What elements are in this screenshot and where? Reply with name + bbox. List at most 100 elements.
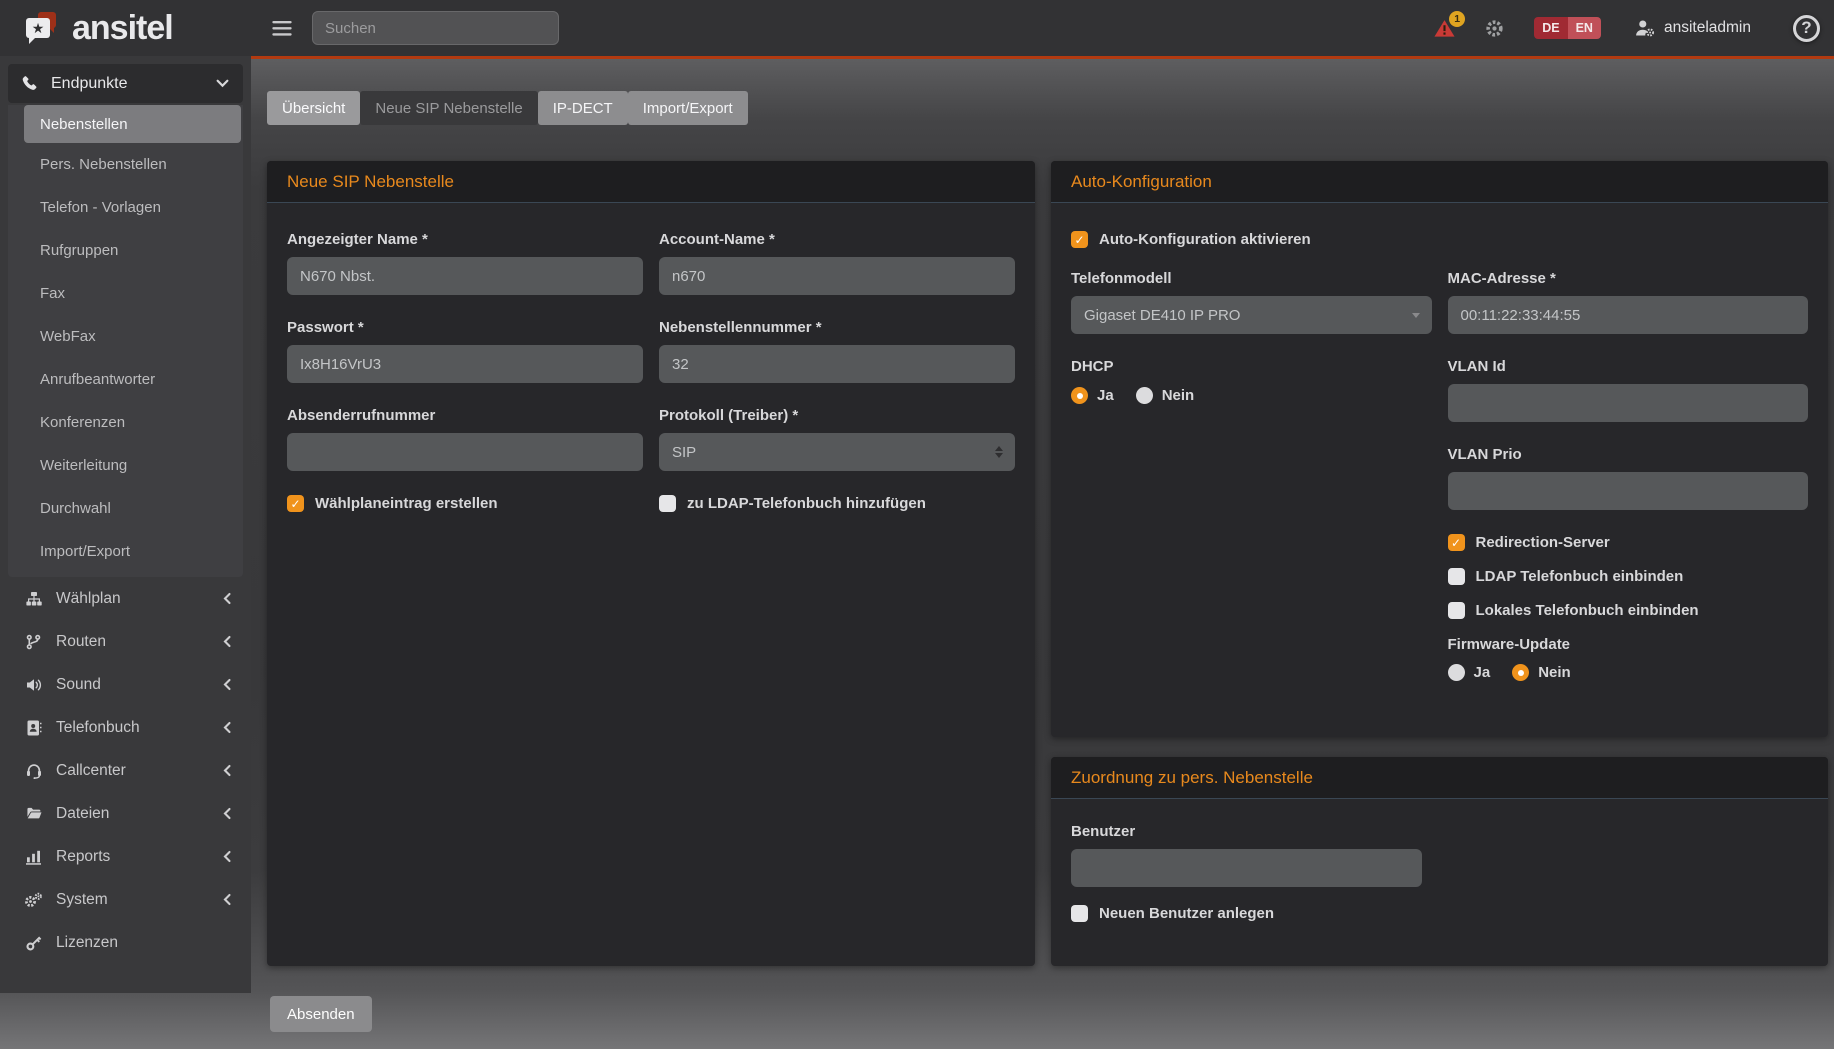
chevron-left-icon bbox=[223, 807, 231, 820]
sidebar-item-label: Nebenstellen bbox=[40, 116, 128, 133]
checkbox-label: LDAP Telefonbuch einbinden bbox=[1476, 568, 1684, 585]
sidebar-group-endpunkte[interactable]: Endpunkte bbox=[8, 64, 243, 103]
sidebar-item-anrufbeantworter[interactable]: Anrufbeantworter bbox=[8, 358, 243, 401]
nebenstellennummer-label: Nebenstellennummer * bbox=[659, 319, 1015, 336]
tab-neue-sip-nebenstelle[interactable]: Neue SIP Nebenstelle bbox=[360, 91, 537, 125]
dhcp-ja-radio[interactable] bbox=[1071, 387, 1088, 404]
bar-chart-icon bbox=[24, 849, 43, 865]
telefonmodell-select[interactable]: Gigaset DE410 IP PRO bbox=[1071, 296, 1432, 334]
topbar-right: 1 DE EN ansiteladmin ? bbox=[1434, 15, 1834, 42]
sidebar-item-durchwahl[interactable]: Durchwahl bbox=[8, 487, 243, 530]
absenderrufnummer-field[interactable] bbox=[287, 433, 643, 471]
key-icon bbox=[24, 935, 43, 951]
sidebar-item-nebenstellen[interactable]: Nebenstellen bbox=[24, 105, 241, 143]
autokonfiguration-aktivieren-checkbox[interactable]: ✓ Auto-Konfiguration aktivieren bbox=[1071, 231, 1808, 248]
protokoll-select[interactable]: SIP bbox=[659, 433, 1015, 471]
checkbox-unchecked-icon bbox=[1448, 568, 1465, 585]
user-icon bbox=[1635, 19, 1655, 37]
sidebar-group-reports[interactable]: Reports bbox=[0, 835, 251, 878]
search-input[interactable] bbox=[312, 11, 559, 45]
sidebar-group-telefonbuch[interactable]: Telefonbuch bbox=[0, 706, 251, 749]
user-menu[interactable]: ansiteladmin bbox=[1635, 19, 1751, 37]
checkbox-label: Neuen Benutzer anlegen bbox=[1099, 905, 1274, 922]
sidebar: Endpunkte Nebenstellen Pers. Nebenstelle… bbox=[0, 56, 251, 993]
ldap-telefonbuch-einbinden-checkbox[interactable]: LDAP Telefonbuch einbinden bbox=[1448, 568, 1809, 585]
nebenstellennummer-field[interactable] bbox=[659, 345, 1015, 383]
tab-label: Übersicht bbox=[282, 100, 345, 117]
sidebar-group-routen[interactable]: Routen bbox=[0, 620, 251, 663]
angezeigter-name-field[interactable] bbox=[287, 257, 643, 295]
passwort-field[interactable] bbox=[287, 345, 643, 383]
sidebar-group-waehlplan[interactable]: Wählplan bbox=[0, 577, 251, 620]
tab-ip-dect[interactable]: IP-DECT bbox=[538, 91, 628, 125]
redirection-server-checkbox[interactable]: ✓ Redirection-Server bbox=[1448, 534, 1809, 551]
tab-import-export[interactable]: Import/Export bbox=[628, 91, 748, 125]
alert-warning-icon[interactable]: 1 bbox=[1434, 19, 1455, 38]
vlan-id-field[interactable] bbox=[1448, 384, 1809, 422]
address-book-icon bbox=[24, 720, 43, 736]
sidebar-item-rufgruppen[interactable]: Rufgruppen bbox=[8, 229, 243, 272]
benutzer-field[interactable] bbox=[1071, 849, 1422, 887]
neuen-benutzer-anlegen-checkbox[interactable]: Neuen Benutzer anlegen bbox=[1071, 905, 1808, 922]
phone-icon bbox=[22, 75, 39, 92]
chevron-left-icon bbox=[223, 592, 231, 605]
panel-body: ✓ Auto-Konfiguration aktivieren Telefonm… bbox=[1051, 203, 1828, 681]
select-updown-icon bbox=[995, 446, 1003, 458]
tab-label: Import/Export bbox=[643, 100, 733, 117]
sidebar-item-label: Telefon - Vorlagen bbox=[40, 199, 161, 216]
vlan-prio-field[interactable] bbox=[1448, 472, 1809, 510]
mac-adresse-field[interactable] bbox=[1448, 296, 1809, 334]
lang-de-button[interactable]: DE bbox=[1534, 17, 1567, 39]
firmware-nein-radio[interactable] bbox=[1512, 664, 1529, 681]
sidebar-item-lizenzen[interactable]: Lizenzen bbox=[0, 921, 251, 964]
hamburger-menu-icon[interactable] bbox=[272, 21, 292, 36]
lokales-telefonbuch-einbinden-checkbox[interactable]: Lokales Telefonbuch einbinden bbox=[1448, 602, 1809, 619]
checkbox-unchecked-icon bbox=[1448, 602, 1465, 619]
username-label: ansiteladmin bbox=[1664, 19, 1751, 37]
sidebar-group-system[interactable]: System bbox=[0, 878, 251, 921]
firmware-update-label: Firmware-Update bbox=[1448, 636, 1809, 653]
vlan-prio-label: VLAN Prio bbox=[1448, 446, 1809, 463]
sidebar-item-webfax[interactable]: WebFax bbox=[8, 315, 243, 358]
settings-gear-icon[interactable] bbox=[1485, 19, 1504, 38]
lang-en-button[interactable]: EN bbox=[1568, 17, 1601, 39]
firmware-ja-radio[interactable] bbox=[1448, 664, 1465, 681]
sidebar-group-callcenter[interactable]: Callcenter bbox=[0, 749, 251, 792]
brand-name: ansitel bbox=[72, 9, 173, 48]
telefonmodell-selected-value: Gigaset DE410 IP PRO bbox=[1084, 307, 1240, 324]
sidebar-item-label: Import/Export bbox=[40, 543, 130, 560]
sidebar-item-label: Fax bbox=[40, 285, 65, 302]
sidebar-item-pers-nebenstellen[interactable]: Pers. Nebenstellen bbox=[8, 143, 243, 186]
dhcp-label: DHCP bbox=[1071, 358, 1432, 375]
sidebar-item-telefon-vorlagen[interactable]: Telefon - Vorlagen bbox=[8, 186, 243, 229]
account-name-field[interactable] bbox=[659, 257, 1015, 295]
dhcp-nein-radio[interactable] bbox=[1136, 387, 1153, 404]
ldap-hinzufuegen-checkbox[interactable]: zu LDAP-Telefonbuch hinzufügen bbox=[659, 495, 1015, 512]
select-caret-down-icon bbox=[1412, 313, 1420, 318]
sidebar-item-import-export[interactable]: Import/Export bbox=[8, 530, 243, 573]
volume-icon bbox=[24, 677, 43, 693]
tab-uebersicht[interactable]: Übersicht bbox=[267, 91, 360, 125]
chevron-down-icon bbox=[216, 79, 229, 88]
sidebar-item-fax[interactable]: Fax bbox=[8, 272, 243, 315]
sidebar-group-dateien[interactable]: Dateien bbox=[0, 792, 251, 835]
chevron-left-icon bbox=[223, 850, 231, 863]
waehlplaneintrag-checkbox[interactable]: ✓ Wählplaneintrag erstellen bbox=[287, 495, 643, 512]
sidebar-item-handbuch[interactable]: Handbuch bbox=[0, 980, 251, 993]
checkbox-unchecked-icon bbox=[1071, 905, 1088, 922]
submit-button[interactable]: Absenden bbox=[270, 996, 372, 1032]
tab-label: IP-DECT bbox=[553, 100, 613, 117]
sidebar-group-label: Telefonbuch bbox=[56, 719, 140, 737]
protokoll-selected-value: SIP bbox=[672, 444, 696, 461]
checkbox-checked-icon: ✓ bbox=[287, 495, 304, 512]
logo-link[interactable]: ★ ansitel bbox=[0, 0, 251, 56]
checkbox-checked-icon: ✓ bbox=[1448, 534, 1465, 551]
sidebar-item-label: Handbuch bbox=[120, 993, 191, 994]
sidebar-item-label: Weiterleitung bbox=[40, 457, 127, 474]
sidebar-item-weiterleitung[interactable]: Weiterleitung bbox=[8, 444, 243, 487]
sidebar-item-konferenzen[interactable]: Konferenzen bbox=[8, 401, 243, 444]
help-icon[interactable]: ? bbox=[1793, 15, 1820, 42]
check-glyph: ✓ bbox=[290, 497, 300, 511]
radio-label: Ja bbox=[1474, 664, 1491, 681]
sidebar-group-sound[interactable]: Sound bbox=[0, 663, 251, 706]
